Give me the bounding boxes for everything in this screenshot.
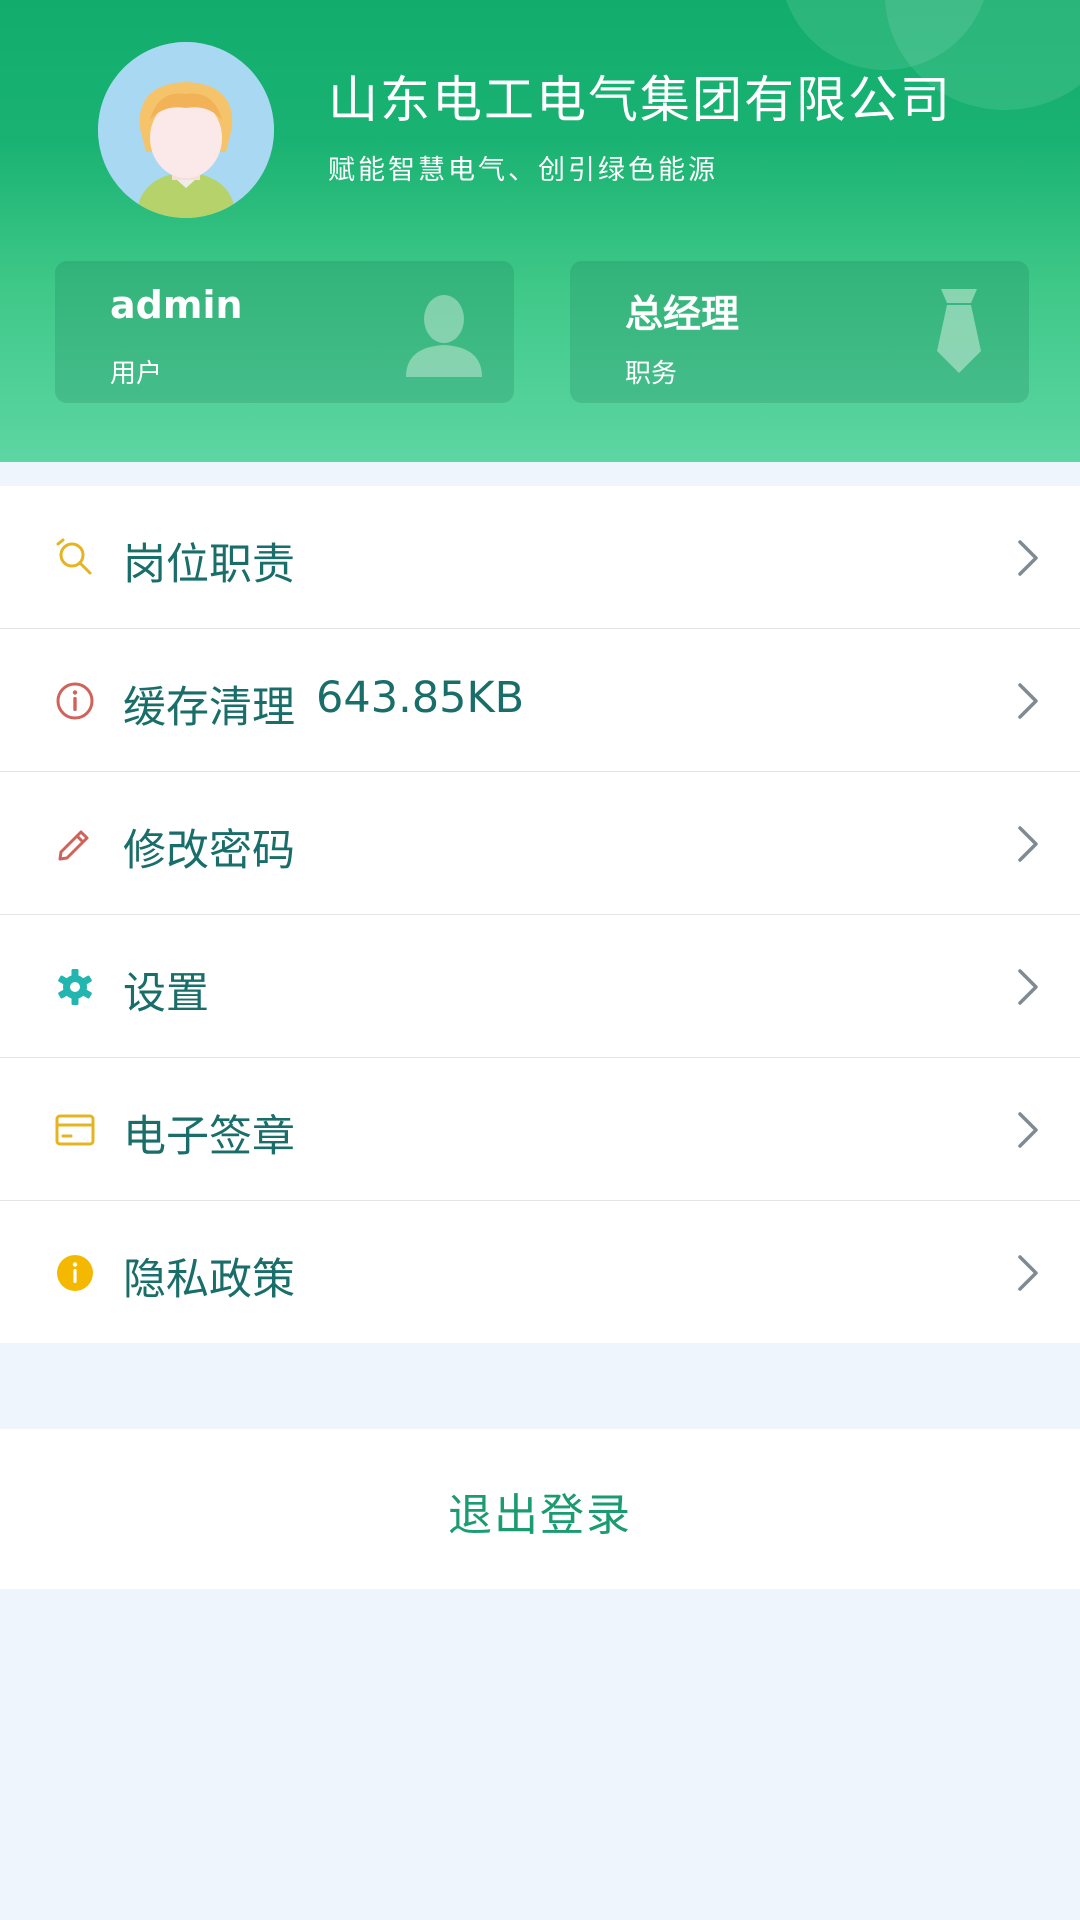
chevron-right-icon: [1018, 826, 1038, 862]
role-label: 职务: [625, 359, 678, 389]
role-card: 总经理 职务: [570, 261, 1029, 403]
cache-size: 643.85KB: [316, 673, 525, 723]
menu-item-settings[interactable]: 设置: [0, 915, 1080, 1058]
chevron-right-icon: [1018, 683, 1038, 719]
info-filled-icon: [57, 1255, 93, 1291]
menu-label: 岗位职责: [123, 540, 295, 590]
menu-label: 设置: [123, 969, 209, 1019]
menu-item-privacy-policy[interactable]: 隐私政策: [0, 1201, 1080, 1343]
company-name: 山东电工电气集团有限公司: [328, 71, 952, 129]
avatar-icon: [98, 42, 274, 218]
menu-label: 电子签章: [123, 1112, 295, 1162]
responsibility-icon: [56, 538, 92, 575]
person-icon: [406, 295, 482, 377]
menu-item-e-signature[interactable]: 电子签章: [0, 1058, 1080, 1201]
company-slogan: 赋能智慧电气、创引绿色能源: [328, 155, 718, 186]
chevron-right-icon: [1018, 1255, 1038, 1291]
info-circle-icon: [56, 682, 94, 720]
chevron-right-icon: [1018, 1112, 1038, 1148]
logout-button[interactable]: 退出登录: [0, 1429, 1080, 1589]
menu-item-change-password[interactable]: 修改密码: [0, 772, 1080, 915]
menu-item-job-responsibility[interactable]: 岗位职责: [0, 486, 1080, 629]
gear-icon: [58, 969, 92, 1005]
avatar[interactable]: [98, 42, 274, 218]
menu-label: 缓存清理: [123, 683, 295, 733]
user-card: admin 用户: [55, 261, 514, 403]
menu-label: 隐私政策: [123, 1255, 295, 1305]
role-title: 总经理: [625, 292, 740, 336]
menu-item-clear-cache[interactable]: 缓存清理 643.85KB: [0, 629, 1080, 772]
chevron-right-icon: [1018, 540, 1038, 576]
user-label: 用户: [110, 359, 163, 389]
tie-icon: [937, 289, 981, 373]
menu-label: 修改密码: [123, 826, 295, 876]
pencil-icon: [58, 830, 89, 861]
chevron-right-icon: [1018, 969, 1038, 1005]
settings-menu: 岗位职责 缓存清理 643.85KB 修改密码 设置 电子签章 隐私政策: [0, 486, 1080, 1343]
profile-header: 山东电工电气集团有限公司 赋能智慧电气、创引绿色能源 admin 用户 总经理 …: [0, 0, 1080, 462]
logout-label: 退出登录: [448, 1490, 632, 1541]
username: admin: [110, 283, 243, 327]
card-icon: [55, 1114, 95, 1146]
